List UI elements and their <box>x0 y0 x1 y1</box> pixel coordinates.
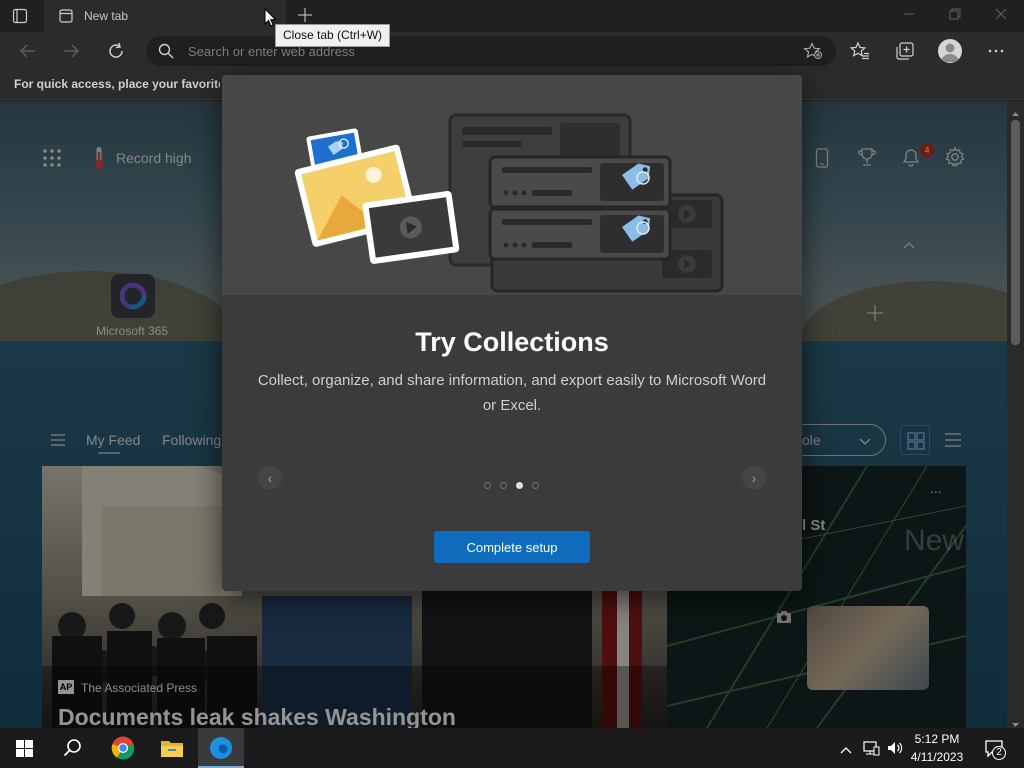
edge-icon <box>209 736 233 760</box>
dialog-description: Collect, organize, and share information… <box>257 372 767 414</box>
collections-icon[interactable] <box>895 41 915 61</box>
restore-button[interactable] <box>940 5 970 27</box>
search-icon <box>158 43 174 59</box>
complete-setup-button[interactable]: Complete setup <box>434 531 590 563</box>
favorites-bar-prompt: For quick access, place your favorites h… <box>14 77 220 91</box>
slide-dot-2[interactable] <box>500 482 507 489</box>
add-favorite-icon[interactable] <box>803 42 823 60</box>
search-icon[interactable] <box>63 738 83 758</box>
action-center-badge: 2 <box>992 746 1006 760</box>
network-icon[interactable] <box>862 740 880 756</box>
close-window-button[interactable] <box>986 5 1016 27</box>
slide-dot-1[interactable] <box>484 482 491 489</box>
collections-illustration <box>222 75 802 295</box>
favorites-icon[interactable] <box>849 41 870 61</box>
tab-new-tab[interactable] <box>44 0 286 32</box>
minimize-button[interactable] <box>894 5 924 27</box>
scroll-up-icon[interactable] <box>1011 105 1020 116</box>
back-button[interactable] <box>18 42 38 60</box>
page-icon <box>59 9 73 23</box>
clock-time[interactable]: 5:12 PM <box>906 732 968 746</box>
new-tab-button[interactable] <box>296 6 314 24</box>
scroll-down-icon[interactable] <box>1011 716 1020 727</box>
chrome-icon[interactable] <box>111 736 135 760</box>
tab-actions-icon[interactable] <box>12 8 28 24</box>
scrollbar-thumb[interactable] <box>1011 120 1020 345</box>
dialog-title: Try Collections <box>415 327 609 357</box>
close-tab-tooltip: Close tab (Ctrl+W) <box>275 24 391 47</box>
previous-slide-button[interactable]: ‹ <box>258 466 282 490</box>
collections-dialog: Try Collections Collect, organize, and s… <box>222 75 802 591</box>
volume-icon[interactable] <box>886 740 904 756</box>
next-slide-button[interactable]: › <box>742 466 766 490</box>
clock-date[interactable]: 4/11/2023 <box>906 750 968 764</box>
chevron-up-icon[interactable] <box>840 742 852 754</box>
refresh-button[interactable] <box>106 41 126 61</box>
forward-button[interactable] <box>61 42 81 60</box>
more-menu-icon[interactable] <box>986 41 1006 61</box>
avatar[interactable] <box>938 39 962 63</box>
windows-start-icon[interactable] <box>16 740 33 757</box>
slide-dot-4[interactable] <box>532 482 539 489</box>
file-explorer-icon[interactable] <box>160 738 184 758</box>
slide-dot-3[interactable] <box>516 482 523 489</box>
tab-title: New tab <box>84 9 129 23</box>
